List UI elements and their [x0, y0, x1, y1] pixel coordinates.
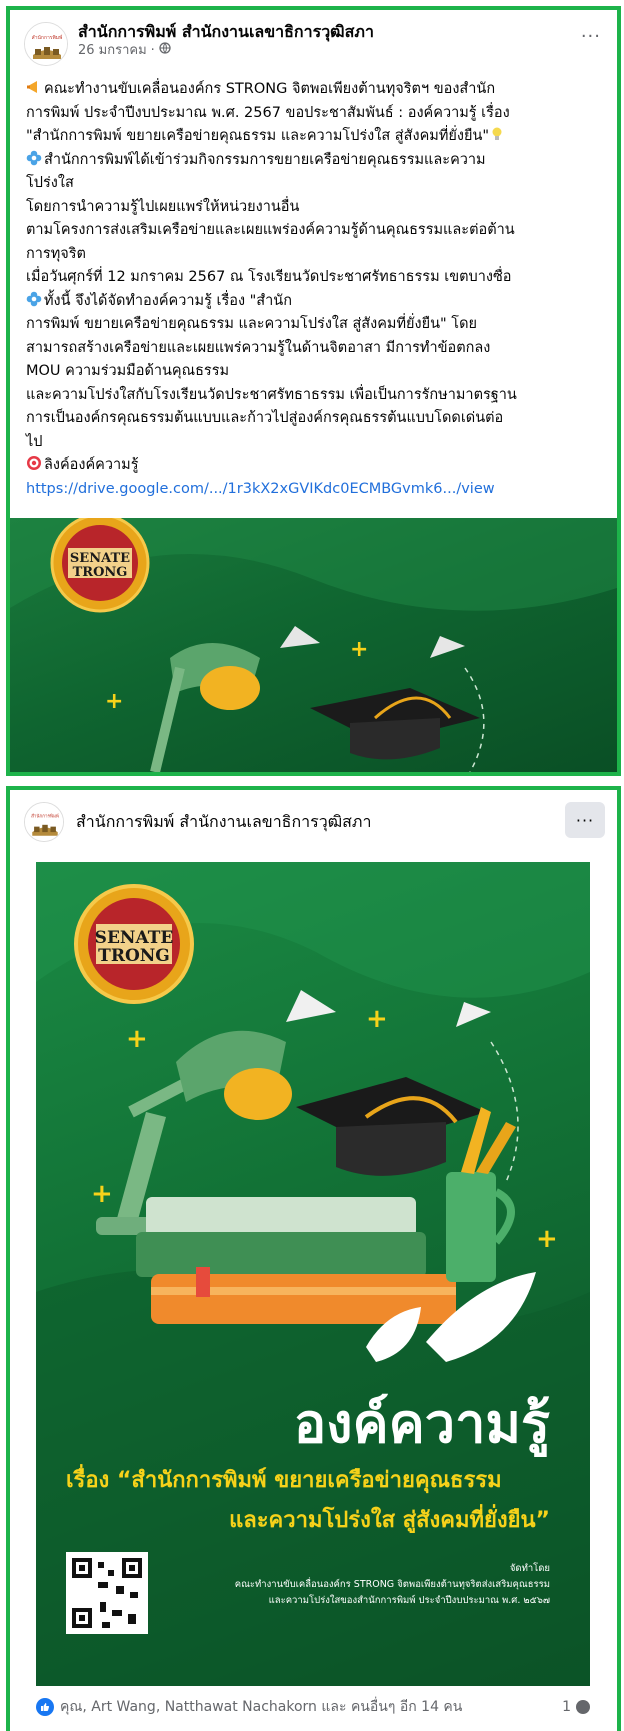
- page-name[interactable]: สำนักการพิมพ์ สำนักงานเลขาธิการวุฒิสภา: [78, 22, 374, 42]
- post-text: คณะทำงานขับเคลื่อนองค์กร STRONG จิตพอเพี…: [10, 66, 617, 501]
- post-line: ทั้งนี้ จึงได้จัดทำองค์ความรู้ เรื่อง "ส…: [26, 290, 601, 314]
- target-icon: [27, 456, 41, 470]
- organizer-line1: คณะทำงานขับเคลื่อนองค์กร STRONG จิตพอเพี…: [234, 1579, 550, 1590]
- post-line: ไป: [26, 433, 43, 450]
- svg-text:+: +: [536, 1224, 558, 1254]
- books-icon: [136, 1197, 456, 1324]
- reactions-bar: คุณ, Art Wang, Natthawat Nachakorn และ ค…: [10, 1683, 617, 1731]
- paper-plane-icon: [286, 990, 336, 1022]
- meta-separator: ·: [150, 43, 155, 58]
- post-card-2: สำนักการพิมพ์ สำนักการพิมพ์ สำนักงานเลขา…: [6, 786, 621, 1731]
- svg-text:+: +: [350, 637, 368, 662]
- pencil-cup-icon: [446, 1107, 516, 1282]
- post-line: MOU ความร่วมมือด้านคุณธรรม: [26, 363, 230, 379]
- qr-code-icon[interactable]: [66, 1552, 148, 1634]
- organizer-label: จัดทำโดย: [509, 1563, 550, 1574]
- organizer-line2: และความโปร่งใสของสำนักการพิมพ์ ประจำปีงบ…: [268, 1595, 550, 1606]
- comment-count[interactable]: 1: [562, 1699, 591, 1715]
- post-card-1: สำนักการพิมพ์ สำนักการพิมพ์ สำนักงานเลขา…: [6, 6, 621, 776]
- page-avatar[interactable]: สำนักการพิมพ์: [24, 22, 68, 66]
- post-meta: 26 มกราคม ·: [78, 42, 374, 60]
- senate-strong-badge: SENATE TRONG: [50, 518, 150, 613]
- poster-image[interactable]: SENATE TRONG + + + + +: [36, 862, 590, 1686]
- paper-plane-icon: [430, 636, 465, 658]
- post-header: สำนักการพิมพ์ สำนักการพิมพ์ สำนักงานเลขา…: [10, 10, 617, 66]
- page-name[interactable]: สำนักการพิมพ์ สำนักงานเลขาธิการวุฒิสภา: [76, 810, 371, 835]
- poster-subtitle-line2: และความโปร่งใส สู่สังคมที่ยั่งยืน”: [229, 1508, 550, 1533]
- post-line: สำนักการพิมพ์ได้เข้าร่วมกิจกรรมการขยายเค…: [26, 149, 601, 173]
- post-line: การพิมพ์ ขยายเครือข่ายคุณธรรม และความโปร…: [26, 316, 478, 332]
- post-line: ลิงค์องค์ความรู้: [26, 454, 601, 478]
- post-line: โปร่งใส: [26, 175, 74, 191]
- post-line: การพิมพ์ ประจำปีงบประมาณ พ.ศ. 2567 ขอประ…: [26, 104, 510, 121]
- post-line: การทุจริต: [26, 245, 86, 262]
- post-line: และความโปร่งใสกับโรงเรียนวัดประชาศรัทธาธ…: [26, 386, 517, 403]
- post-header: สำนักการพิมพ์ สำนักการพิมพ์ สำนักงานเลขา…: [10, 790, 617, 854]
- post-image[interactable]: SENATE TRONG + +: [10, 518, 617, 772]
- post-link[interactable]: https://drive.google.com/.../1r3kX2xGVIK…: [26, 478, 601, 502]
- post-line: ตามโครงการส่งเสริมเครือข่ายและเผยแพร่องค…: [26, 222, 515, 238]
- svg-text:สำนักการพิมพ์: สำนักการพิมพ์: [32, 34, 63, 41]
- post-line: เมื่อวันศุกร์ที่ 12 มกราคม 2567 ณ โรงเรี…: [26, 269, 512, 285]
- post-line: การเป็นองค์กรคุณธรรมต้นแบบและก้าวไปสู่อง…: [26, 410, 504, 426]
- svg-text:+: +: [91, 1179, 113, 1209]
- megaphone-icon: [27, 81, 37, 93]
- reaction-names[interactable]: คุณ, Art Wang, Natthawat Nachakorn และ ค…: [60, 1696, 562, 1718]
- blue-flower-icon: [26, 291, 42, 306]
- paper-plane-icon: [280, 626, 320, 648]
- svg-text:+: +: [126, 1024, 148, 1054]
- svg-text:SENATE: SENATE: [70, 551, 130, 566]
- post-line: "สำนักการพิมพ์ ขยายเครือข่ายคุณธรรม และค…: [26, 125, 601, 149]
- page-avatar[interactable]: สำนักการพิมพ์: [24, 802, 64, 842]
- like-icon[interactable]: [36, 1698, 54, 1716]
- svg-text:TRONG: TRONG: [73, 565, 128, 580]
- lightbulb-icon: [492, 127, 502, 140]
- more-options-icon[interactable]: ···: [581, 26, 601, 47]
- paper-plane-icon: [456, 1002, 491, 1027]
- desk-lamp-icon: [150, 643, 260, 772]
- svg-text:SENATE: SENATE: [95, 928, 174, 948]
- more-options-icon[interactable]: ···: [565, 802, 605, 838]
- post-line: โดยการนำความรู้ไปเผยแพร่ให้หน่วยงานอื่น: [26, 198, 300, 215]
- post-line: คณะทำงานขับเคลื่อนองค์กร STRONG จิตพอเพี…: [26, 78, 601, 102]
- post-date[interactable]: 26 มกราคม: [78, 42, 147, 60]
- post-line: สามารถสร้างเครือข่ายและเผยแพร่ความรู้ในด…: [26, 339, 491, 356]
- svg-text:+: +: [105, 689, 123, 714]
- svg-text:TRONG: TRONG: [98, 946, 170, 966]
- poster-subtitle-line1: เรื่อง “สำนักการพิมพ์ ขยายเครือข่ายคุณธร…: [66, 1468, 502, 1493]
- comment-icon: [576, 1700, 590, 1714]
- globe-icon: [159, 42, 171, 60]
- poster-title: องค์ความรู้: [293, 1392, 550, 1455]
- graduation-cap-icon: [310, 688, 480, 760]
- svg-text:+: +: [366, 1004, 388, 1034]
- graduation-cap-icon: [296, 1077, 486, 1176]
- blue-flower-icon: [26, 150, 42, 165]
- senate-strong-badge: SENATE TRONG: [74, 884, 194, 1004]
